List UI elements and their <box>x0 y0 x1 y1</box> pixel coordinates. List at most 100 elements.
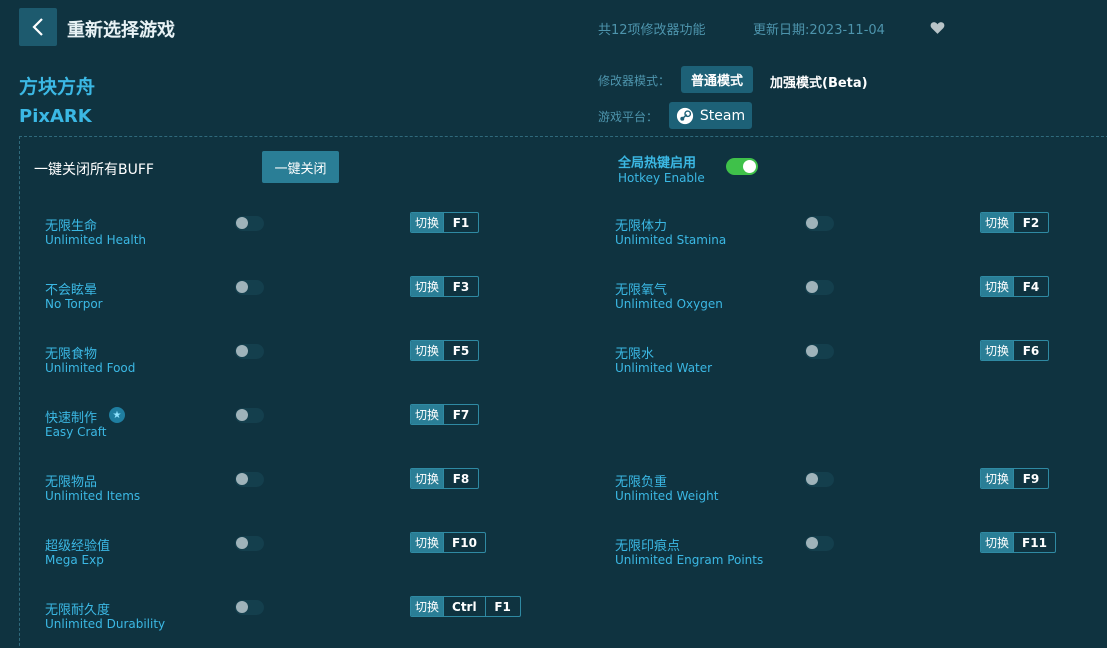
cheat-name-en: Unlimited Weight <box>615 489 719 503</box>
page-title: 重新选择游戏 <box>67 20 175 41</box>
cheat-name-en: Unlimited Engram Points <box>615 553 764 567</box>
cheat-toggle[interactable] <box>235 344 264 359</box>
hotkey-group[interactable]: 切换 F6 <box>980 340 1050 361</box>
hotkey-group[interactable]: 切换 F2 <box>980 212 1050 233</box>
hotkey-group[interactable]: 切换 Ctrl F1 <box>410 596 521 617</box>
hotkey-group[interactable]: 切换 F1 <box>410 212 480 233</box>
back-button[interactable] <box>19 8 57 46</box>
update-date: 更新日期:2023-11-04 <box>753 23 885 38</box>
cheat-row: 无限食物 Unlimited Food 切换 F5 <box>45 340 605 383</box>
hotkey-enable-label-en: Hotkey Enable <box>618 171 705 185</box>
hotkey-key: F11 <box>1013 533 1055 552</box>
cheat-row: 无限负重 Unlimited Weight 切换 F9 <box>615 468 1107 511</box>
cheat-name-cn: 无限水 <box>615 347 655 362</box>
hotkey-key: F10 <box>443 533 485 552</box>
cheat-name-en: Unlimited Oxygen <box>615 297 723 311</box>
close-all-button[interactable]: 一键关闭 <box>262 151 339 183</box>
hotkey-key: F8 <box>443 469 478 488</box>
switch-label: 切换 <box>411 533 444 552</box>
steam-label: Steam <box>699 107 746 124</box>
switch-label: 切换 <box>981 533 1014 552</box>
switch-label: 切换 <box>981 469 1014 488</box>
cheat-toggle[interactable] <box>235 408 264 423</box>
cheat-toggle[interactable] <box>235 472 264 487</box>
switch-label: 切换 <box>411 277 444 296</box>
cheat-name-cn: 无限生命 <box>45 219 98 234</box>
hotkey-key: F5 <box>443 341 478 360</box>
normal-mode-button[interactable]: 普通模式 <box>681 66 753 93</box>
hotkey-key: F1 <box>484 597 520 616</box>
star-badge-icon: ★ <box>109 407 125 423</box>
cheat-name-en: Unlimited Items <box>45 489 141 503</box>
hotkey-group[interactable]: 切换 F10 <box>410 532 486 553</box>
cheat-name-cn: 超级经验值 <box>45 539 111 554</box>
hotkey-key: F4 <box>1013 277 1048 296</box>
platform-label: 游戏平台： <box>598 110 659 124</box>
hotkey-group[interactable]: 切换 F9 <box>980 468 1050 489</box>
hotkey-enable-label-cn: 全局热键启用 <box>618 156 697 171</box>
cheat-toggle[interactable] <box>805 344 834 359</box>
toggle-knob <box>236 537 248 549</box>
toggle-knob <box>236 601 248 613</box>
switch-label: 切换 <box>411 341 444 360</box>
steam-icon <box>676 107 693 124</box>
toggle-knob <box>236 217 248 229</box>
switch-label: 切换 <box>411 405 444 424</box>
cheat-toggle[interactable] <box>235 280 264 295</box>
cheat-name-cn: 无限体力 <box>615 219 668 234</box>
cheat-row: 无限印痕点 Unlimited Engram Points 切换 F11 <box>615 532 1107 575</box>
hotkey-group[interactable]: 切换 F4 <box>980 276 1050 297</box>
switch-label: 切换 <box>411 469 444 488</box>
cheat-row: 快速制作 ★ Easy Craft 切换 F7 <box>45 404 605 447</box>
hotkey-key: F3 <box>443 277 478 296</box>
cheat-name-en: Mega Exp <box>45 553 104 567</box>
game-name-en: PixARK <box>19 106 92 127</box>
cheat-name-cn: 无限物品 <box>45 475 98 490</box>
toggle-knob <box>806 281 818 293</box>
hotkey-key: F2 <box>1013 213 1048 232</box>
cheat-row: 无限水 Unlimited Water 切换 F6 <box>615 340 1107 383</box>
feature-count: 共12项修改器功能 <box>598 23 706 38</box>
enhanced-mode-button[interactable]: 加强模式(Beta) <box>770 72 868 91</box>
cheat-toggle[interactable] <box>235 216 264 231</box>
cheat-name-en: Unlimited Durability <box>45 617 166 631</box>
close-all-label: 一键关闭所有BUFF <box>34 162 154 178</box>
hotkey-group[interactable]: 切换 F3 <box>410 276 480 297</box>
cheat-toggle[interactable] <box>235 536 264 551</box>
hotkey-group[interactable]: 切换 F11 <box>980 532 1056 553</box>
hotkey-group[interactable]: 切换 F7 <box>410 404 480 425</box>
cheat-toggle[interactable] <box>805 216 834 231</box>
cheat-name-cn: 无限耐久度 <box>45 603 111 618</box>
steam-platform-button[interactable]: Steam <box>669 102 752 129</box>
switch-label: 切换 <box>411 597 444 616</box>
cheat-row: 无限氧气 Unlimited Oxygen 切换 F4 <box>615 276 1107 319</box>
toggle-knob <box>236 409 248 421</box>
hotkey-key: F1 <box>443 213 478 232</box>
cheat-row: 不会眩晕 No Torpor 切换 F3 <box>45 276 605 319</box>
cheat-toggle[interactable] <box>805 536 834 551</box>
game-name-cn: 方块方舟 <box>19 76 96 98</box>
switch-label: 切换 <box>981 213 1014 232</box>
cheat-name-en: Unlimited Health <box>45 233 147 247</box>
cheat-name-cn: 快速制作 <box>45 411 98 426</box>
toggle-knob <box>806 473 818 485</box>
cheat-name-en: Easy Craft <box>45 425 107 439</box>
heart-icon[interactable] <box>929 19 946 36</box>
cheat-toggle[interactable] <box>805 472 834 487</box>
hotkey-enable-toggle[interactable] <box>726 158 758 175</box>
cheat-name-en: Unlimited Water <box>615 361 713 375</box>
hotkey-group[interactable]: 切换 F8 <box>410 468 480 489</box>
cheat-name-cn: 不会眩晕 <box>45 283 98 298</box>
hotkey-key: F7 <box>443 405 478 424</box>
hotkey-group[interactable]: 切换 F5 <box>410 340 480 361</box>
cheat-toggle[interactable] <box>805 280 834 295</box>
toggle-knob <box>236 345 248 357</box>
toggle-knob <box>806 537 818 549</box>
cheat-toggle[interactable] <box>235 600 264 615</box>
cheat-name-cn: 无限食物 <box>45 347 98 362</box>
toggle-knob <box>236 281 248 293</box>
cheat-name-cn: 无限印痕点 <box>615 539 681 554</box>
cheat-name-cn: 无限氧气 <box>615 283 668 298</box>
switch-label: 切换 <box>981 341 1014 360</box>
switch-label: 切换 <box>981 277 1014 296</box>
